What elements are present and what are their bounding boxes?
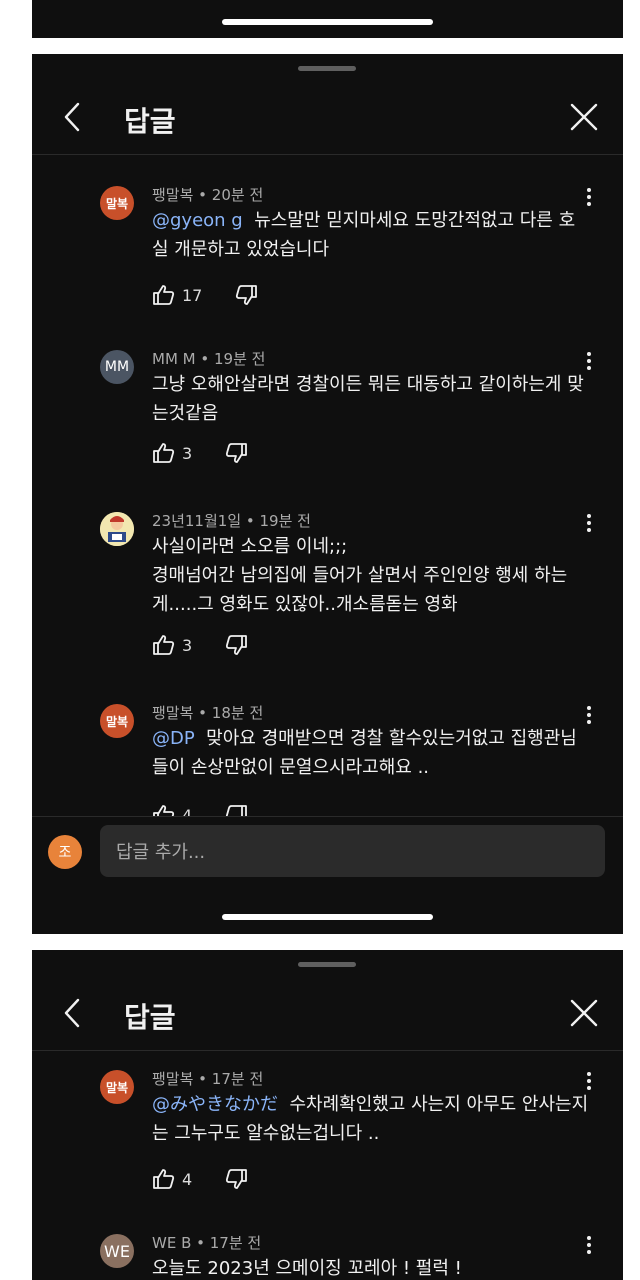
- reply-actions: 3: [152, 440, 248, 466]
- thumbs-up-icon: [153, 805, 175, 816]
- like-button[interactable]: 3: [152, 634, 192, 656]
- page-title: 답글: [124, 105, 176, 138]
- timestamp: 17분 전: [211, 1070, 264, 1088]
- replies-header: 답글: [32, 980, 623, 1051]
- thumbs-down-icon[interactable]: [224, 442, 248, 464]
- reply-meta: 팽말복 • 20분 전: [152, 186, 264, 204]
- thumbs-up-icon: [153, 635, 175, 655]
- mention-link[interactable]: @みやきなかだ: [152, 1094, 278, 1115]
- reply-text-content: 맞아요 경매받으면 경찰 할수있는거없고 집행관님들이 손상만없이 문열으시라고…: [152, 728, 577, 778]
- like-count: 17: [182, 285, 203, 305]
- like-count: 4: [182, 1169, 193, 1189]
- replies-sheet-2: 답글 말복 팽말복 • 17분 전 @みやきなかだ 수차례확인했고 사는지 아무…: [32, 950, 623, 1280]
- replies-list[interactable]: 말복 팽말복 • 17분 전 @みやきなかだ 수차례확인했고 사는지 아무도 안…: [32, 1068, 623, 1280]
- thumbs-up-icon: [153, 1169, 175, 1189]
- reply-text: 그냥 오해안살라면 경찰이든 뭐든 대동하고 같이하는게 맞는것같음: [152, 374, 584, 424]
- reply-meta: 23년11월1일 • 19분 전: [152, 512, 311, 530]
- more-options-icon[interactable]: [579, 512, 599, 534]
- author-name[interactable]: 팽말복: [152, 186, 193, 204]
- avatar[interactable]: WE: [100, 1234, 134, 1268]
- reply-composer: 조 답글 추가...: [32, 816, 623, 897]
- replies-header: 답글: [32, 84, 623, 155]
- previous-sheet-fragment: [32, 0, 623, 38]
- thumbs-up-icon: [153, 285, 175, 305]
- timestamp: 20분 전: [211, 186, 264, 204]
- thumbs-down-icon[interactable]: [224, 804, 248, 816]
- author-name[interactable]: MM M: [152, 350, 196, 368]
- reply-input[interactable]: 답글 추가...: [100, 825, 605, 877]
- user-avatar[interactable]: 조: [48, 835, 82, 869]
- drag-handle[interactable]: [298, 66, 356, 71]
- avatar[interactable]: 말복: [100, 704, 134, 738]
- timestamp: 18분 전: [211, 704, 264, 722]
- replies-list[interactable]: 말복 팽말복 • 20분 전 @gyeon g 뉴스말만 믿지마세요 도망간적없…: [32, 184, 623, 816]
- reply-meta: 팽말복 • 17분 전: [152, 1070, 264, 1088]
- home-indicator: [222, 19, 433, 25]
- thumbs-down-icon[interactable]: [224, 634, 248, 656]
- page-title: 답글: [124, 1001, 176, 1034]
- reply-text: @DP 맞아요 경매받으면 경찰 할수있는거없고 집행관님들이 손상만없이 문열…: [152, 724, 590, 782]
- thumbs-down-icon[interactable]: [234, 284, 258, 306]
- back-arrow-icon[interactable]: [56, 100, 90, 134]
- reply-text: @gyeon g 뉴스말만 믿지마세요 도망간적없고 다른 호실 개문하고 있었…: [152, 206, 590, 264]
- timestamp: 19분 전: [259, 512, 311, 530]
- avatar[interactable]: 말복: [100, 1070, 134, 1104]
- replies-sheet-1: 답글 말복 팽말복 • 20분 전 @gyeon g 뉴스말만 믿지마세요 도망…: [32, 54, 623, 934]
- reply-actions: 4: [152, 802, 248, 816]
- avatar[interactable]: [100, 512, 134, 546]
- close-icon[interactable]: [567, 996, 601, 1030]
- reply-text-line: 경매넘어간 남의집에 들어가 살면서 주인인양 행세 하는 게.....그 영화…: [152, 565, 568, 615]
- mention-link[interactable]: @gyeon g: [152, 210, 243, 231]
- like-count: 4: [182, 805, 193, 817]
- like-button[interactable]: 17: [152, 284, 202, 306]
- more-options-icon[interactable]: [579, 1234, 599, 1256]
- timestamp: 19분 전: [213, 350, 266, 368]
- close-icon[interactable]: [567, 100, 601, 134]
- reply-text: 사실이라면 소오름 이네;;; 경매넘어간 남의집에 들어가 살면서 주인인양 …: [152, 532, 590, 619]
- more-options-icon[interactable]: [579, 1070, 599, 1092]
- like-count: 3: [182, 635, 193, 655]
- drag-handle[interactable]: [298, 962, 356, 967]
- character-avatar-icon: [100, 512, 134, 546]
- like-button[interactable]: 3: [152, 442, 192, 464]
- timestamp: 17분 전: [209, 1234, 262, 1252]
- thumbs-down-icon[interactable]: [224, 1168, 248, 1190]
- author-name[interactable]: 팽말복: [152, 1070, 193, 1088]
- reply-text: 오늘도 2023년 으메이징 꼬레아 ! 펄럭 !: [152, 1258, 462, 1279]
- like-count: 3: [182, 443, 193, 463]
- author-name[interactable]: WE B: [152, 1234, 191, 1252]
- reply-text: @みやきなかだ 수차례확인했고 사는지 아무도 안사는지는 그누구도 알수없는겁…: [152, 1090, 590, 1148]
- like-button[interactable]: 4: [152, 1168, 192, 1190]
- reply-actions: 17: [152, 282, 258, 308]
- reply-actions: 3: [152, 632, 248, 658]
- home-indicator: [222, 914, 433, 920]
- like-button[interactable]: 4: [152, 804, 192, 816]
- author-name[interactable]: 팽말복: [152, 704, 193, 722]
- reply-meta: MM M • 19분 전: [152, 350, 266, 368]
- avatar[interactable]: MM: [100, 350, 134, 384]
- reply-text-line: 사실이라면 소오름 이네;;;: [152, 536, 348, 557]
- avatar[interactable]: 말복: [100, 186, 134, 220]
- more-options-icon[interactable]: [579, 704, 599, 726]
- reply-actions: 4: [152, 1166, 248, 1192]
- back-arrow-icon[interactable]: [56, 996, 90, 1030]
- reply-meta: WE B • 17분 전: [152, 1234, 262, 1252]
- more-options-icon[interactable]: [579, 186, 599, 208]
- author-name[interactable]: 23년11월1일: [152, 512, 241, 530]
- more-options-icon[interactable]: [579, 350, 599, 372]
- reply-meta: 팽말복 • 18분 전: [152, 704, 264, 722]
- thumbs-up-icon: [153, 443, 175, 463]
- mention-link[interactable]: @DP: [152, 728, 195, 749]
